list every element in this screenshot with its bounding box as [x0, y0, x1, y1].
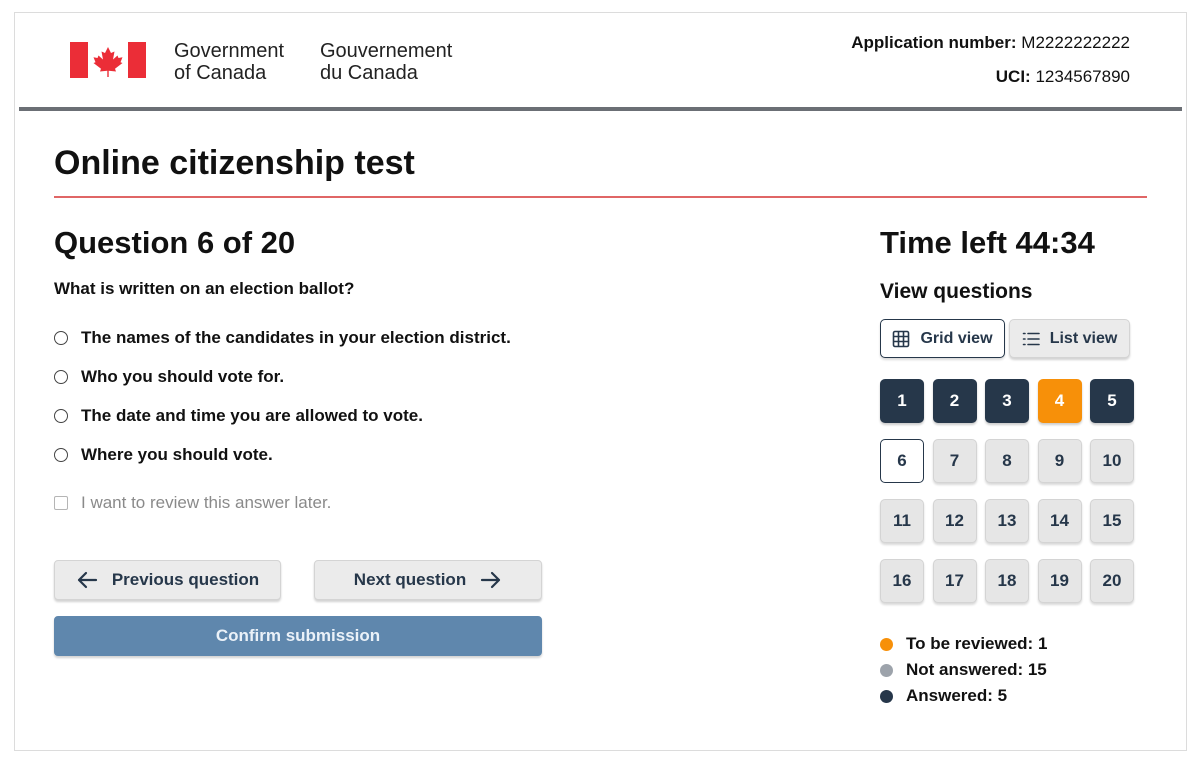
- confirm-submission-button[interactable]: Confirm submission: [54, 616, 542, 656]
- checkbox[interactable]: [54, 496, 68, 510]
- legend-dot: [880, 637, 893, 651]
- question-nav-button-14[interactable]: 14: [1037, 499, 1082, 543]
- question-nav-button-2[interactable]: 2: [932, 379, 977, 423]
- question-nav-button-18[interactable]: 18: [985, 559, 1029, 603]
- gov-fr-line2: du Canada: [320, 62, 418, 84]
- legend-dot: [880, 689, 893, 703]
- government-of-canada-label: Government of Canada: [174, 40, 284, 84]
- review-later-checkbox[interactable]: I want to review this answer later.: [54, 493, 331, 513]
- question-nav-button-15[interactable]: 15: [1090, 499, 1134, 543]
- radio-button[interactable]: [54, 330, 68, 345]
- legend-dot: [880, 663, 893, 677]
- question-nav-button-13[interactable]: 13: [985, 499, 1029, 543]
- gov-en-line2: of Canada: [174, 62, 267, 84]
- list-icon: [1022, 332, 1040, 345]
- uci: UCI: 1234567890: [851, 67, 1130, 101]
- title-divider: [54, 196, 1147, 198]
- radio-button[interactable]: [54, 369, 68, 384]
- legend-item-answered: Answered: 5: [880, 683, 1047, 709]
- answer-option-label: The date and time you are allowed to vot…: [81, 405, 423, 425]
- list-view-button[interactable]: List view: [1009, 319, 1130, 358]
- answer-option-2[interactable]: Who you should vote for.: [54, 357, 511, 396]
- application-number: Application number: M2222222222: [851, 33, 1130, 67]
- application-number-label: Application number:: [851, 33, 1017, 52]
- question-nav-button-9[interactable]: 9: [1037, 439, 1082, 483]
- answer-option-4[interactable]: Where you should vote.: [54, 435, 511, 474]
- question-nav-button-19[interactable]: 19: [1037, 559, 1082, 603]
- legend-label: Not answered: 15: [906, 660, 1047, 679]
- legend-item-to-be-reviewed: To be reviewed: 1: [880, 631, 1047, 657]
- answer-option-3[interactable]: The date and time you are allowed to vot…: [54, 396, 511, 435]
- question-nav-button-6[interactable]: 6: [880, 439, 924, 483]
- question-text: What is written on an election ballot?: [54, 279, 355, 298]
- question-nav-button-16[interactable]: 16: [880, 559, 924, 603]
- answer-option-1[interactable]: The names of the candidates in your elec…: [54, 318, 511, 357]
- arrow-right-icon: [481, 571, 501, 589]
- question-nav-button-17[interactable]: 17: [932, 559, 977, 603]
- radio-button[interactable]: [54, 447, 68, 462]
- application-number-value: M2222222222: [1021, 33, 1130, 52]
- legend-label: Answered: 5: [906, 686, 1008, 705]
- arrow-left-icon: [77, 571, 97, 589]
- uci-label: UCI:: [995, 67, 1031, 86]
- view-questions-heading: View questions: [880, 280, 1033, 303]
- question-nav-button-4[interactable]: 4: [1037, 379, 1082, 423]
- confirm-submission-label: Confirm submission: [215, 626, 381, 645]
- radio-button[interactable]: [54, 408, 68, 423]
- previous-question-label: Previous question: [111, 570, 260, 589]
- question-nav-button-8[interactable]: 8: [985, 439, 1029, 483]
- list-view-label: List view: [1049, 329, 1118, 347]
- question-nav-button-3[interactable]: 3: [985, 379, 1029, 423]
- next-question-button[interactable]: Next question: [314, 560, 542, 600]
- question-nav-button-11[interactable]: 11: [880, 499, 924, 543]
- legend: To be reviewed: 1 Not answered: 15 Answe…: [880, 631, 1047, 709]
- grid-view-button[interactable]: Grid view: [880, 319, 1005, 358]
- question-nav-button-5[interactable]: 5: [1090, 379, 1134, 423]
- answer-option-label: Who you should vote for.: [81, 366, 285, 386]
- canada-flag-icon: [70, 42, 146, 78]
- question-nav-button-10[interactable]: 10: [1090, 439, 1134, 483]
- header-divider: [19, 107, 1182, 111]
- gov-fr-line1: Gouvernement: [320, 40, 453, 62]
- question-nav-button-1[interactable]: 1: [880, 379, 924, 423]
- grid-icon: [893, 330, 910, 347]
- next-question-label: Next question: [353, 570, 467, 589]
- grid-view-label: Grid view: [920, 329, 993, 347]
- answer-option-label: Where you should vote.: [81, 444, 273, 464]
- question-heading: Question 6 of 20: [54, 225, 296, 260]
- legend-item-not-answered: Not answered: 15: [880, 657, 1047, 683]
- application-info: Application number: M2222222222 UCI: 123…: [851, 33, 1130, 101]
- time-left: Time left 44:34: [880, 225, 1095, 260]
- gov-en-line1: Government: [174, 40, 285, 62]
- legend-label: To be reviewed: 1: [906, 634, 1048, 653]
- page-title: Online citizenship test: [54, 144, 415, 182]
- answer-option-label: The names of the candidates in your elec…: [81, 327, 511, 347]
- previous-question-button[interactable]: Previous question: [54, 560, 281, 600]
- question-nav-button-12[interactable]: 12: [932, 499, 977, 543]
- question-nav-button-7[interactable]: 7: [932, 439, 977, 483]
- question-nav-button-20[interactable]: 20: [1090, 559, 1134, 603]
- gouvernement-du-canada-label: Gouvernement du Canada: [320, 40, 452, 84]
- uci-value: 1234567890: [1035, 67, 1130, 86]
- review-later-label: I want to review this answer later.: [81, 493, 332, 512]
- answer-options: The names of the candidates in your elec…: [54, 318, 511, 474]
